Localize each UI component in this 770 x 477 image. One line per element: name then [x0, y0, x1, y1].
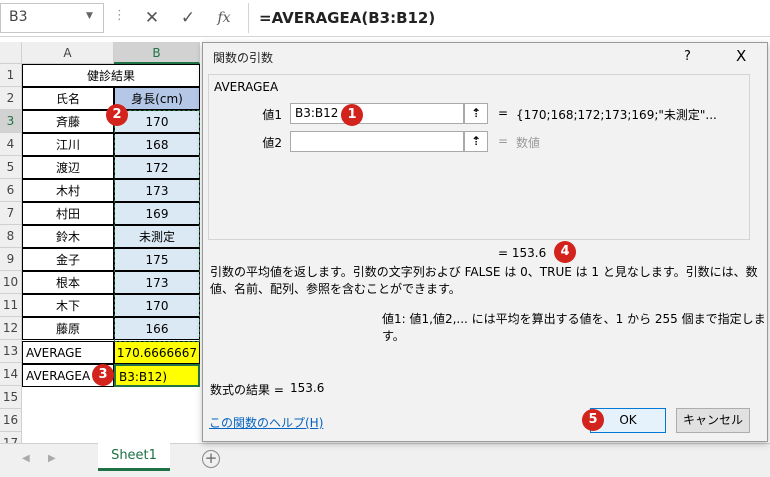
arg1-input[interactable]: B3:B12	[290, 103, 464, 124]
row-header[interactable]: 9	[0, 248, 22, 271]
argument-description: 値1: 値1,値2,... には平均を算出する値を、1 から 255 個まで指定…	[382, 312, 766, 343]
arg1-equals: =	[498, 106, 509, 120]
name-cell[interactable]: 渡辺	[22, 156, 114, 179]
arg2-collapse-icon[interactable]: ⇡	[464, 131, 488, 152]
name-cell[interactable]: 根本	[22, 271, 114, 294]
row-header[interactable]: 10	[0, 271, 22, 294]
cancel-icon[interactable]: ✕	[138, 6, 166, 30]
average-value-cell[interactable]: 170.6666667	[114, 341, 200, 364]
name-cell[interactable]: 斉藤	[22, 110, 114, 133]
name-cell[interactable]: 村田	[22, 202, 114, 225]
arguments-group	[208, 74, 750, 240]
name-cell[interactable]: 木村	[22, 179, 114, 202]
tab-scroll-left-icon[interactable]: ◀	[22, 453, 30, 464]
range-marquee	[114, 110, 200, 342]
function-name: AVERAGEA	[214, 80, 279, 94]
arg2-input[interactable]	[290, 131, 464, 152]
help-icon[interactable]: ?	[684, 49, 691, 64]
formula-input[interactable]: =AVERAGEA(B3:B12)	[248, 3, 770, 33]
select-all-corner[interactable]	[0, 42, 22, 64]
row-header[interactable]: 3	[0, 110, 22, 133]
sheet-tab-sheet1[interactable]: Sheet1	[98, 443, 170, 471]
row-header[interactable]: 5	[0, 156, 22, 179]
close-icon[interactable]: X	[736, 47, 746, 65]
row-header[interactable]: 12	[0, 317, 22, 340]
add-sheet-icon[interactable]: +	[202, 450, 220, 468]
arg2-equals: =	[498, 134, 509, 148]
result-preview: = 153.6	[498, 246, 547, 260]
tab-scroll-right-icon[interactable]: ▶	[48, 453, 56, 464]
name-cell[interactable]: 鈴木	[22, 225, 114, 248]
insert-function-icon[interactable]: fx	[210, 6, 238, 30]
column-header-b[interactable]: B	[114, 42, 200, 64]
column-header-a[interactable]: A	[22, 42, 114, 64]
row-header[interactable]: 4	[0, 133, 22, 156]
check-icon[interactable]: ✓	[174, 6, 202, 30]
cancel-button[interactable]: キャンセル	[676, 408, 750, 433]
row-header[interactable]: 14	[0, 363, 22, 386]
row-header[interactable]: 2	[0, 87, 22, 110]
arg1-result: {170;168;172;173;169;"未測定"...	[516, 108, 717, 122]
arg2-result: 数値	[516, 136, 541, 150]
name-cell[interactable]: 木下	[22, 294, 114, 317]
arg1-collapse-icon[interactable]: ⇡	[464, 103, 488, 124]
function-description: 引数の平均値を返します。引数の文字列および FALSE は 0、TRUE は 1…	[210, 265, 758, 296]
average-label-cell[interactable]: AVERAGE	[22, 341, 114, 364]
row-header[interactable]: 15	[0, 386, 22, 409]
row-header[interactable]: 6	[0, 179, 22, 202]
annotation-badge-3: 3	[92, 364, 114, 386]
annotation-badge-5: 5	[582, 409, 604, 431]
name-cell[interactable]: 金子	[22, 248, 114, 271]
sheet-title-cell[interactable]: 健診結果	[22, 64, 200, 87]
header-name-cell[interactable]: 氏名	[22, 87, 114, 110]
row-header[interactable]: 1	[0, 64, 22, 87]
row-header[interactable]: 13	[0, 340, 22, 363]
row-header[interactable]: 16	[0, 409, 22, 432]
name-cell[interactable]: 藤原	[22, 317, 114, 340]
averagea-edit-cell[interactable]: B3:B12)	[114, 364, 200, 387]
annotation-badge-2: 2	[106, 104, 128, 126]
header-height-cell[interactable]: 身長(cm)	[114, 87, 200, 110]
row-header[interactable]: 7	[0, 202, 22, 225]
drag-handle-icon[interactable]: ⋮	[113, 8, 126, 23]
row-header[interactable]: 8	[0, 225, 22, 248]
dialog-title: 関数の引数	[213, 51, 274, 65]
name-cell[interactable]: 江川	[22, 133, 114, 156]
formula-result-value: 153.6	[290, 381, 325, 395]
formula-result-label: 数式の結果 =	[210, 383, 284, 397]
annotation-badge-1: 1	[341, 104, 363, 126]
annotation-badge-4: 4	[554, 241, 576, 263]
function-help-link[interactable]: この関数のヘルプ(H)	[209, 414, 323, 431]
chevron-down-icon[interactable]: ▼	[86, 11, 93, 21]
arg2-label: 値2	[262, 136, 282, 150]
row-header[interactable]: 11	[0, 294, 22, 317]
arg1-label: 値1	[262, 108, 282, 122]
